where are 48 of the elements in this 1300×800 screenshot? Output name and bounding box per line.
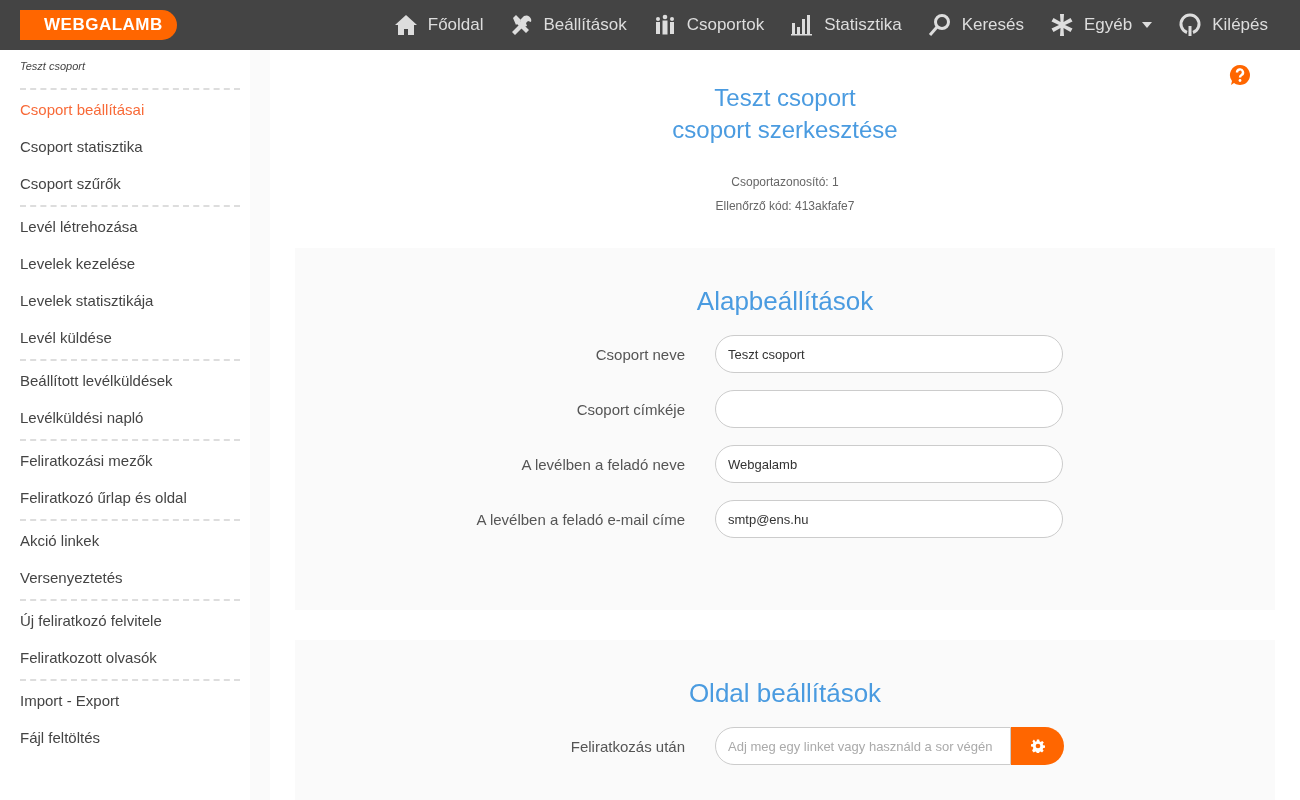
field-label: A levélben a feladó neve: [520, 455, 686, 473]
field-label: Csoport címkéje: [575, 400, 686, 418]
sidebar-item[interactable]: Feliratkozási mezők: [20, 443, 240, 480]
asterisk-icon: [1050, 13, 1075, 37]
nav-link[interactable]: Statisztika: [790, 13, 902, 37]
sidebar-item[interactable]: Versenyeztetés: [20, 560, 240, 597]
input-field[interactable]: smtp@ens.hu: [715, 500, 1063, 538]
sidebar-item[interactable]: Fájl feltöltés: [20, 720, 240, 757]
sidebar-item[interactable]: Új feliratkozó felvitele: [20, 603, 240, 640]
nav-link[interactable]: Keresés: [927, 13, 1025, 37]
gear-icon: [1030, 739, 1045, 753]
settings-button[interactable]: [1011, 727, 1064, 765]
link-field[interactable]: Adj meg egy linket vagy használd a sor végén: [715, 727, 1011, 765]
info-text: Ellenőrző kód: 413akfafe7: [715, 198, 855, 215]
nav-link[interactable]: Egyéb: [1050, 13, 1153, 37]
sidebar-item[interactable]: Beállított levélküldések: [20, 363, 240, 400]
nav-link[interactable]: Kilépés: [1178, 13, 1268, 37]
sidebar-item[interactable]: Levél létrehozása: [20, 209, 240, 246]
page-title: Teszt csoport: [714, 83, 856, 113]
sidebar-item[interactable]: Feliratkozó űrlap és oldal: [20, 480, 240, 517]
sidebar-item[interactable]: Levelek kezelése: [20, 246, 240, 283]
field-label: A levélben a feladó e-mail címe: [475, 510, 686, 528]
sidebar-item[interactable]: Akció linkek: [20, 523, 240, 560]
help-icon[interactable]: [1229, 64, 1251, 86]
nav-link[interactable]: Főoldal: [393, 13, 484, 37]
sidebar-item[interactable]: Levélküldési napló: [20, 400, 240, 437]
sidebar-heading: Teszt csoport: [20, 60, 87, 74]
sidebar-item[interactable]: Csoport statisztika: [20, 129, 240, 166]
section-title: Alapbeállítások: [695, 286, 875, 317]
bar-chart-icon: [790, 13, 815, 37]
field-label: Feliratkozás után: [569, 737, 686, 755]
house-icon: [393, 13, 418, 37]
sidebar-item[interactable]: Levelek statisztikája: [20, 283, 240, 320]
input-field[interactable]: [715, 390, 1063, 428]
search-icon: [927, 13, 952, 37]
sidebar-item[interactable]: Import - Export: [20, 683, 240, 720]
section-title: Oldal beállítások: [687, 678, 883, 709]
page-subtitle: csoport szerkesztése: [672, 115, 898, 145]
sidebar-item[interactable]: Feliratkozott olvasók: [20, 640, 240, 677]
power-icon: [1178, 13, 1203, 37]
field-label: Csoport neve: [594, 345, 686, 363]
input-field[interactable]: Webgalamb: [715, 445, 1063, 483]
nav-link[interactable]: Csoportok: [652, 13, 765, 37]
info-text: Csoportazonosító: 1: [731, 174, 839, 191]
sidebar-item[interactable]: Levél küldése: [20, 320, 240, 357]
nav-link[interactable]: Beállítások: [509, 13, 627, 37]
sidebar-item[interactable]: Csoport szűrők: [20, 166, 240, 203]
input-field[interactable]: Teszt csoport: [715, 335, 1063, 373]
